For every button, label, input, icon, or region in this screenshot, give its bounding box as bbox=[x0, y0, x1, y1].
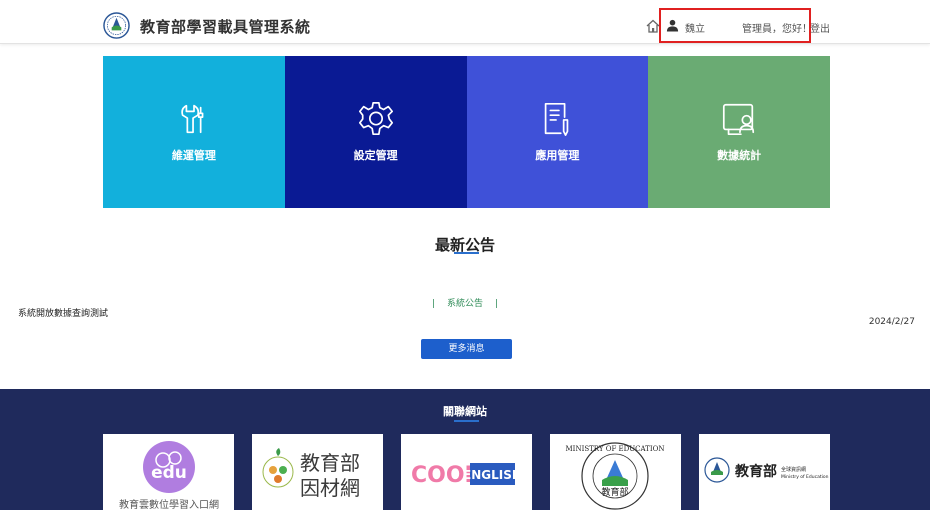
adaptive-learning-logo-icon: 教育部 因材網 bbox=[262, 448, 360, 500]
tab-system-announcement[interactable]: 系統公告 bbox=[447, 299, 483, 309]
page: 教育部學習載具管理系統 魏立 管理員，您好！ 登出 維運管理 設定管理 應用管理… bbox=[0, 0, 930, 510]
tile-statistics[interactable]: 數據統計 bbox=[648, 56, 830, 208]
tile-label: 設定管理 bbox=[353, 149, 398, 162]
tools-icon bbox=[181, 104, 204, 134]
site-card-adaptive-learning[interactable]: 教育部 因材網 bbox=[252, 434, 383, 510]
edu-cloud-logo-icon: edu 教育雲數位學習入口網 bbox=[119, 441, 219, 510]
tile-label: 數據統計 bbox=[717, 149, 762, 162]
related-sites-title: 關聯網站 bbox=[443, 405, 487, 418]
monitor-user-icon bbox=[723, 103, 755, 136]
document-pen-icon bbox=[545, 102, 569, 137]
tile-label: 應用管理 bbox=[535, 149, 580, 162]
site-card-edu-cloud[interactable]: edu 教育雲數位學習入口網 bbox=[103, 434, 234, 510]
news-tab-bar: | 系統公告 | bbox=[0, 296, 930, 309]
svg-text:全球資訊網: 全球資訊網 bbox=[781, 466, 806, 473]
function-tiles: 維運管理 設定管理 應用管理 數據統計 bbox=[103, 56, 830, 208]
logout-link[interactable]: 登出 bbox=[810, 20, 830, 35]
tab-divider: | bbox=[495, 299, 499, 309]
news-item-title[interactable]: 系統開放數據查詢測試 bbox=[18, 306, 108, 319]
moe-seal-logo-icon: 教育部 MINISTRY OF EDUCATION bbox=[566, 442, 665, 510]
svg-text:Ministry of Education: Ministry of Education bbox=[781, 474, 829, 480]
svg-text:教育部: 教育部 bbox=[601, 486, 628, 498]
related-title-underline bbox=[454, 420, 479, 422]
gear-icon bbox=[358, 101, 393, 136]
moe-portal-logo-icon: 教育部 全球資訊網 Ministry of Education bbox=[704, 457, 829, 483]
svg-text:因材網: 因材網 bbox=[300, 476, 360, 500]
site-card-moe-portal[interactable]: 教育部 全球資訊網 Ministry of Education bbox=[699, 434, 830, 510]
user-icon bbox=[666, 19, 679, 32]
tile-applications[interactable]: 應用管理 bbox=[466, 56, 649, 208]
svg-text:教育部: 教育部 bbox=[735, 463, 777, 480]
news-heading-underline bbox=[454, 252, 479, 254]
tile-settings[interactable]: 設定管理 bbox=[284, 56, 467, 208]
tile-maintenance[interactable]: 維運管理 bbox=[103, 56, 285, 208]
svg-text:ENGLISH: ENGLISH bbox=[463, 468, 522, 482]
top-header: 教育部學習載具管理系統 魏立 管理員，您好！ 登出 bbox=[0, 0, 930, 44]
moe-logo-icon[interactable] bbox=[103, 12, 130, 39]
user-name: 魏立 bbox=[685, 24, 705, 35]
svg-text:教育雲數位學習入口網: 教育雲數位學習入口網 bbox=[119, 498, 219, 510]
svg-text:edu: edu bbox=[151, 463, 187, 483]
greeting-text: 管理員，您好！ bbox=[742, 24, 812, 35]
site-card-cool-english[interactable]: COOL ENGLISH bbox=[401, 434, 532, 510]
more-news-button[interactable]: 更多消息 bbox=[421, 339, 512, 359]
related-sites-section: 關聯網站 edu 教育雲數位學習入口網 教育部 因材網 COOL ENGLISH… bbox=[0, 389, 930, 510]
cool-english-logo-icon: COOL ENGLISH bbox=[411, 463, 522, 488]
site-title: 教育部學習載具管理系統 bbox=[140, 18, 311, 36]
news-item-date: 2024/2/27 bbox=[868, 317, 915, 327]
site-card-ministry-of-education[interactable]: 教育部 MINISTRY OF EDUCATION bbox=[550, 434, 681, 510]
svg-text:教育部: 教育部 bbox=[300, 451, 360, 475]
tile-label: 維運管理 bbox=[171, 149, 216, 162]
tab-divider: | bbox=[431, 299, 435, 309]
svg-text:MINISTRY OF EDUCATION: MINISTRY OF EDUCATION bbox=[566, 445, 665, 453]
